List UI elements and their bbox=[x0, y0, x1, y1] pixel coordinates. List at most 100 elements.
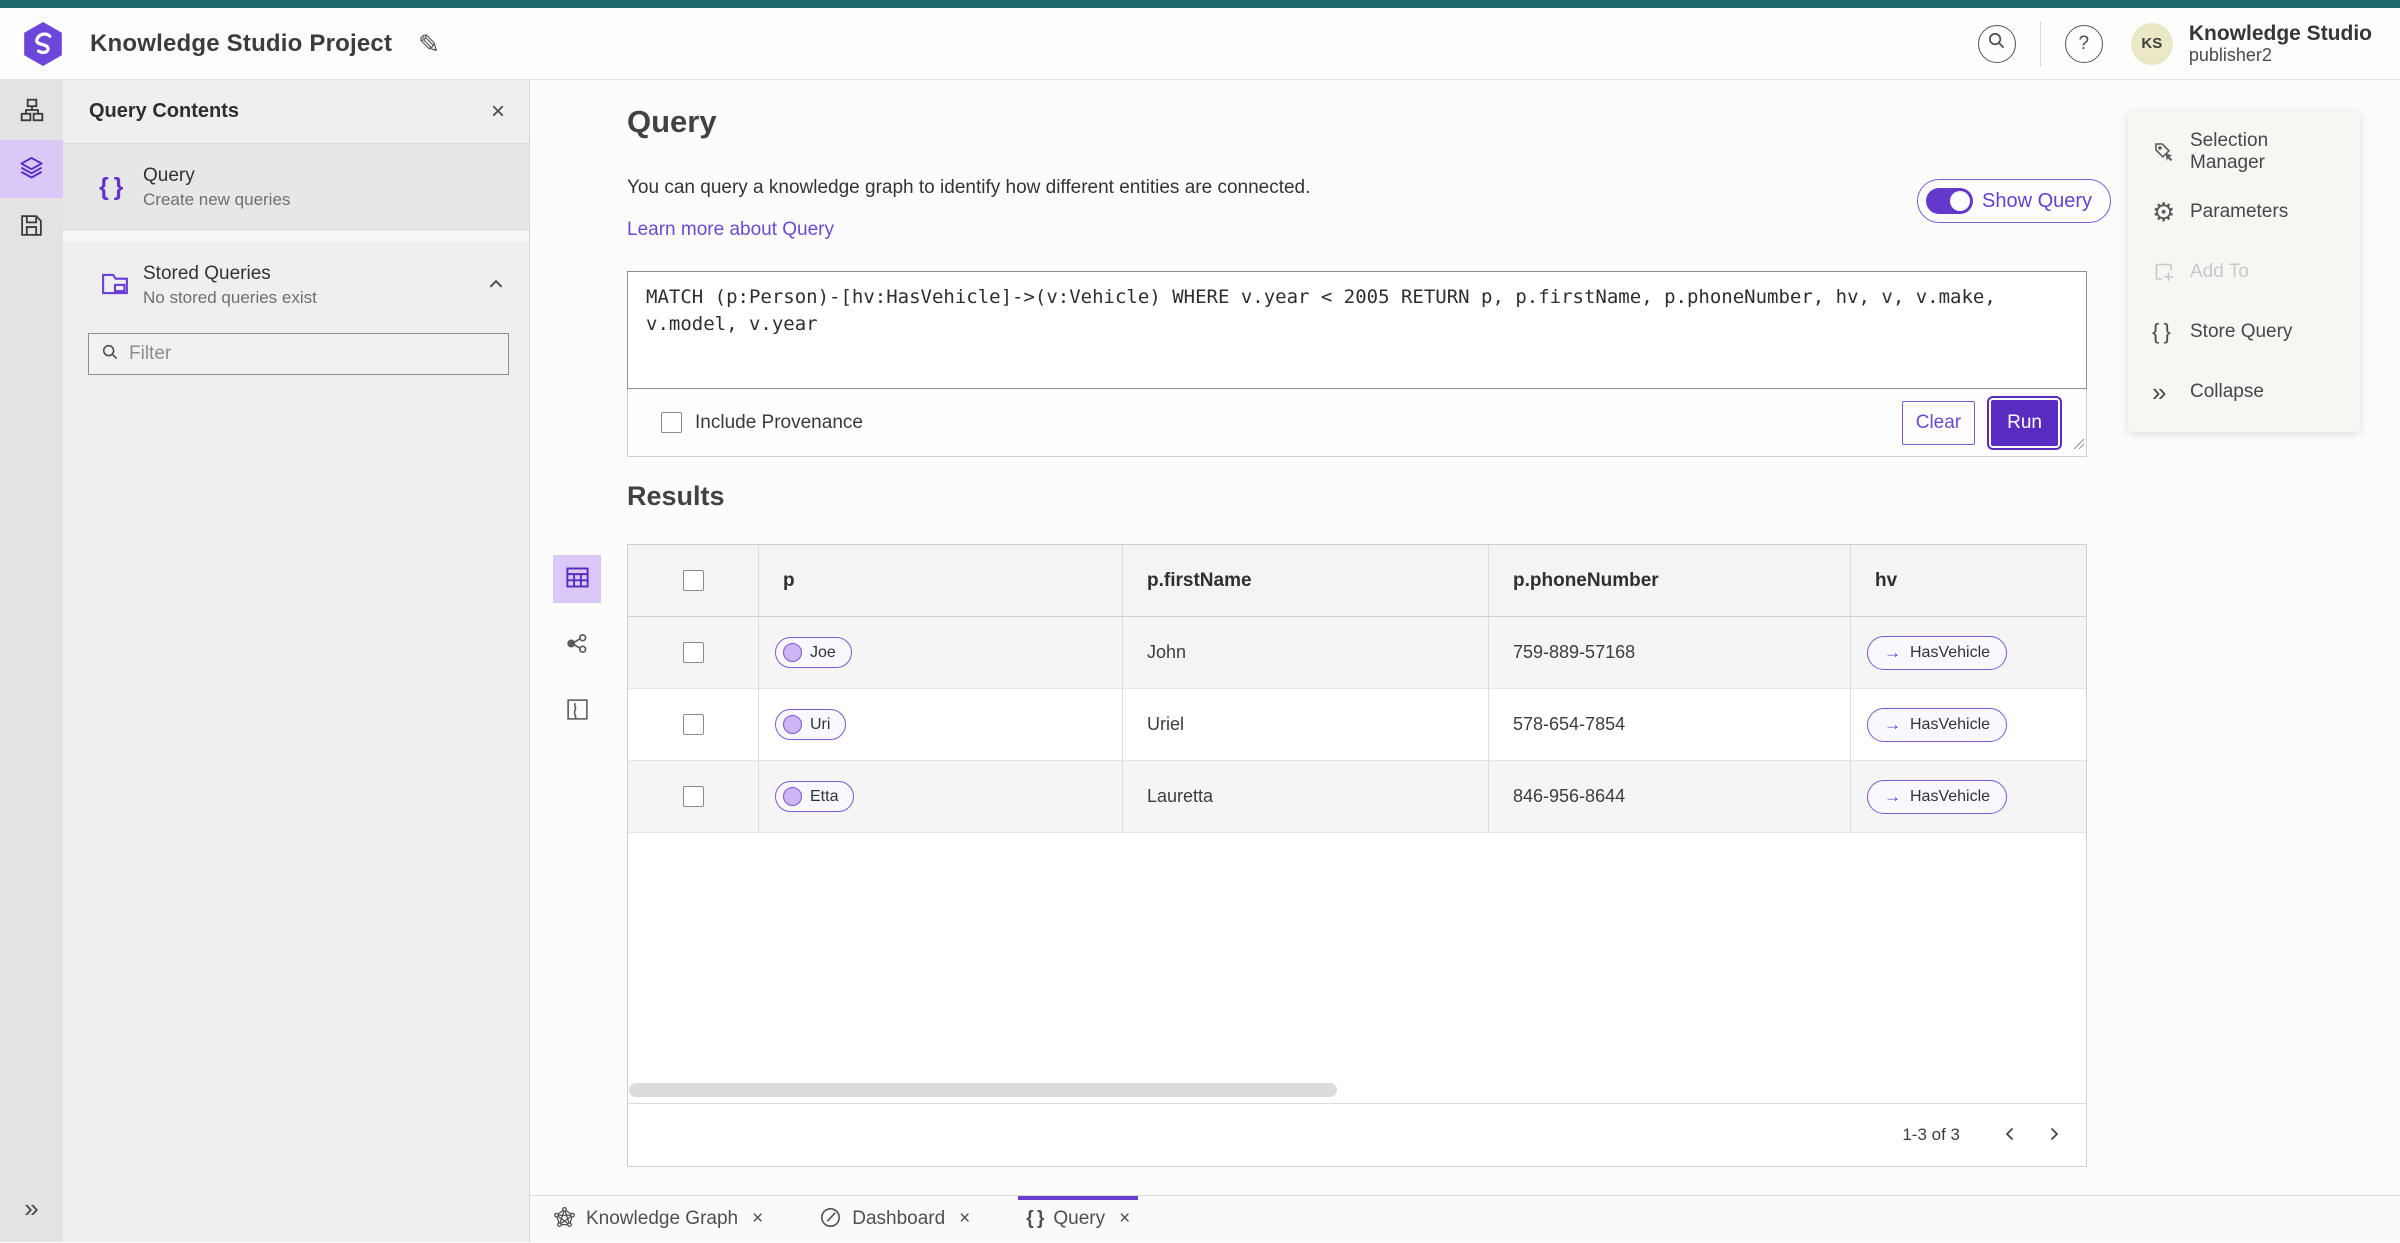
user-block: Knowledge Studio publisher2 bbox=[2189, 22, 2372, 66]
edit-title-icon[interactable]: ✎ bbox=[418, 31, 440, 57]
node-icon bbox=[783, 787, 802, 806]
edge-pill[interactable]: → HasVehicle bbox=[1867, 635, 2008, 670]
collapse-panel-button[interactable]: » Collapse bbox=[2128, 362, 2360, 422]
node-pill[interactable]: Uri bbox=[775, 709, 847, 740]
stored-queries-label: Stored Queries bbox=[143, 263, 271, 284]
horizontal-scrollbar bbox=[629, 1083, 2085, 1097]
search-button[interactable] bbox=[1977, 24, 2016, 63]
query-editor-footer: Include Provenance Clear Run bbox=[627, 389, 2087, 457]
row-checkbox[interactable] bbox=[682, 642, 704, 663]
sidebar-item-layers[interactable] bbox=[0, 140, 63, 198]
expand-rail-button[interactable]: » bbox=[0, 1193, 63, 1224]
left-icon-rail: » bbox=[0, 80, 63, 1242]
previous-page-button[interactable] bbox=[1988, 1113, 2032, 1157]
collapse-icon: » bbox=[2152, 376, 2167, 407]
column-header-hv[interactable]: hv bbox=[1851, 545, 2086, 616]
graph-icon bbox=[565, 631, 590, 659]
braces-icon: { } bbox=[2152, 319, 2171, 344]
tab-query[interactable]: { } Query × bbox=[1018, 1196, 1139, 1242]
sidebar-item-save[interactable] bbox=[0, 198, 63, 256]
select-all-checkbox[interactable] bbox=[682, 570, 704, 591]
query-contents-panel: Query Contents × { } Query Create new qu… bbox=[63, 80, 530, 1242]
row-checkbox[interactable] bbox=[682, 786, 704, 807]
query-textarea[interactable]: MATCH (p:Person)-[hv:HasVehicle]->(v:Veh… bbox=[627, 271, 2087, 389]
close-icon[interactable]: × bbox=[491, 99, 505, 124]
braces-icon: { } bbox=[99, 173, 123, 201]
close-icon[interactable]: × bbox=[959, 1208, 970, 1230]
arrow-right-icon: → bbox=[1884, 786, 1901, 806]
contents-panel-title: Query Contents bbox=[89, 100, 240, 122]
include-provenance-checkbox[interactable] bbox=[661, 412, 682, 433]
braces-icon: { } bbox=[1026, 1208, 1044, 1229]
node-pill[interactable]: Etta bbox=[775, 781, 855, 812]
add-to-icon bbox=[2152, 260, 2190, 284]
filter-input[interactable] bbox=[129, 343, 496, 365]
user-name: Knowledge Studio bbox=[2188, 21, 2372, 45]
resize-handle-icon[interactable] bbox=[2073, 437, 2085, 455]
page-title: Knowledge Studio Project bbox=[90, 29, 393, 57]
edge-pill[interactable]: → HasVehicle bbox=[1867, 707, 2008, 742]
panel-item-query[interactable]: { } Query Create new queries bbox=[63, 144, 529, 231]
graph-view-button[interactable] bbox=[553, 621, 601, 669]
parameters-button[interactable]: ⚙ Parameters bbox=[2128, 182, 2360, 242]
pagination-range: 1-3 of 3 bbox=[1902, 1125, 1960, 1144]
gear-icon: ⚙ bbox=[2152, 197, 2176, 227]
tab-dashboard[interactable]: Dashboard × bbox=[811, 1196, 978, 1242]
close-icon[interactable]: × bbox=[1119, 1208, 1130, 1230]
close-icon[interactable]: × bbox=[752, 1208, 763, 1230]
selection-manager-button[interactable]: Selection Manager bbox=[2128, 122, 2360, 182]
clear-button[interactable]: Clear bbox=[1901, 400, 1976, 445]
help-button[interactable]: ? bbox=[2064, 24, 2103, 63]
node-icon bbox=[783, 715, 802, 734]
stored-queries-filter[interactable] bbox=[88, 333, 509, 375]
layers-icon bbox=[18, 154, 45, 184]
next-page-button[interactable] bbox=[2032, 1113, 2076, 1157]
app-header: Knowledge Studio Project ✎ ? KS Knowledg… bbox=[0, 8, 2400, 80]
search-icon bbox=[101, 343, 119, 366]
contents-panel-header: Query Contents × bbox=[63, 80, 529, 144]
table-icon bbox=[564, 564, 591, 594]
learn-more-link[interactable]: Learn more about Query bbox=[627, 219, 834, 241]
map-icon bbox=[565, 697, 590, 725]
query-item-label: Query bbox=[143, 165, 195, 186]
query-description: You can query a knowledge graph to ident… bbox=[627, 177, 1311, 198]
node-icon bbox=[783, 643, 802, 662]
edge-pill[interactable]: → HasVehicle bbox=[1867, 779, 2008, 814]
cell-phonenumber: 759-889-57168 bbox=[1489, 617, 1851, 688]
cell-firstname: Uriel bbox=[1123, 689, 1489, 760]
table-view-button[interactable] bbox=[553, 555, 601, 603]
table-empty-area bbox=[628, 833, 2086, 1083]
chevron-right-icon bbox=[2046, 1126, 2062, 1145]
header-divider bbox=[2039, 20, 2041, 67]
cell-phonenumber: 846-956-8644 bbox=[1489, 761, 1851, 832]
run-button[interactable]: Run bbox=[1987, 395, 2062, 450]
avatar[interactable]: KS bbox=[2130, 22, 2173, 65]
scrollbar-thumb[interactable] bbox=[629, 1083, 1337, 1097]
panel-separator bbox=[63, 231, 529, 242]
selection-manager-icon bbox=[2152, 140, 2190, 164]
cell-firstname: John bbox=[1123, 617, 1489, 688]
show-query-toggle[interactable]: Show Query bbox=[1917, 179, 2112, 223]
user-role: publisher2 bbox=[2188, 45, 2272, 66]
row-checkbox[interactable] bbox=[682, 714, 704, 735]
node-pill[interactable]: Joe bbox=[775, 637, 852, 668]
select-all-cell bbox=[628, 545, 759, 616]
top-accent-strip bbox=[0, 0, 2400, 8]
sidebar-item-data-model[interactable] bbox=[0, 82, 63, 140]
store-query-button[interactable]: { } Store Query bbox=[2128, 302, 2360, 362]
query-section-title: Query bbox=[627, 104, 717, 139]
results-view-switcher bbox=[553, 555, 601, 753]
chevron-up-icon[interactable] bbox=[487, 275, 505, 296]
arrow-right-icon: → bbox=[1884, 714, 1901, 734]
column-header-phonenumber[interactable]: p.phoneNumber bbox=[1489, 545, 1851, 616]
help-icon: ? bbox=[2078, 32, 2090, 54]
column-header-p[interactable]: p bbox=[759, 545, 1123, 616]
map-view-button[interactable] bbox=[553, 687, 601, 735]
panel-item-stored-queries[interactable]: Stored Queries No stored queries exist bbox=[63, 242, 529, 329]
toggle-switch[interactable] bbox=[1926, 188, 1973, 214]
cell-phonenumber: 578-654-7854 bbox=[1489, 689, 1851, 760]
tab-knowledge-graph[interactable]: Knowledge Graph × bbox=[545, 1196, 771, 1242]
stored-queries-sub: No stored queries exist bbox=[143, 288, 317, 307]
app-logo bbox=[22, 21, 64, 67]
column-header-firstname[interactable]: p.firstName bbox=[1123, 545, 1489, 616]
